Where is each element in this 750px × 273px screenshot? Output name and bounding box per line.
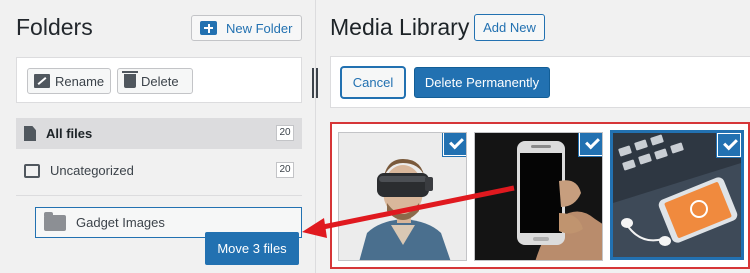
delete-permanently-button[interactable]: Delete Permanently <box>414 67 550 98</box>
count-badge: 20 <box>276 162 294 178</box>
selected-check-icon[interactable] <box>717 133 741 157</box>
folder-icon <box>44 211 66 231</box>
cancel-button[interactable]: Cancel <box>341 67 405 98</box>
media-item-vr-headset[interactable] <box>338 132 467 261</box>
delete-label: Delete <box>141 73 179 89</box>
folder-item-all-files[interactable]: All files 20 <box>16 118 302 149</box>
file-icon <box>24 126 36 141</box>
new-folder-button[interactable]: New Folder <box>191 15 302 41</box>
drag-move-tooltip: Move 3 files <box>205 232 299 265</box>
trash-icon <box>122 71 138 88</box>
plus-icon <box>200 21 217 35</box>
pencil-icon <box>34 74 50 88</box>
media-item-phone-keyboard[interactable] <box>610 130 744 260</box>
folder-item-label: Gadget Images <box>76 215 165 230</box>
bulk-action-bar: Cancel Delete Permanently <box>330 56 750 108</box>
folders-title: Folders <box>16 14 93 40</box>
rename-label: Rename <box>55 73 105 89</box>
rename-button[interactable]: Rename <box>27 68 111 94</box>
delete-button[interactable]: Delete <box>117 68 193 94</box>
page-title: Media Library <box>330 14 470 40</box>
divider <box>16 195 302 196</box>
media-item-smartphone[interactable] <box>474 132 603 261</box>
folder-item-label: All files <box>46 126 93 141</box>
add-new-button[interactable]: Add New <box>474 14 545 41</box>
new-folder-label: New Folder <box>226 20 293 36</box>
media-library-panel: Media Library Add New Cancel Delete Perm… <box>317 0 750 273</box>
selected-check-icon[interactable] <box>443 133 466 156</box>
tray-icon <box>24 163 40 178</box>
folder-item-label: Uncategorized <box>50 163 134 178</box>
selected-check-icon[interactable] <box>579 133 602 156</box>
selected-media-frame <box>330 122 750 269</box>
folder-item-uncategorized[interactable]: Uncategorized 20 <box>16 155 302 186</box>
count-badge: 20 <box>276 125 294 141</box>
folder-toolbar: Rename Delete <box>16 57 302 103</box>
